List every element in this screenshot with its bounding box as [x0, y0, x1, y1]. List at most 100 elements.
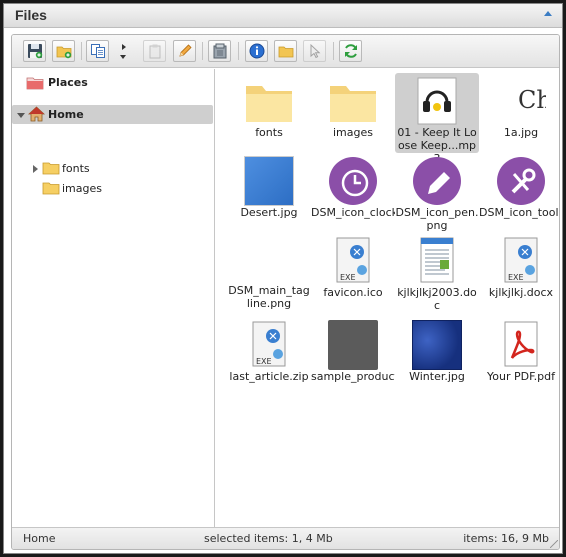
- tree-label-images: images: [62, 182, 102, 195]
- file-name: DSM_icon_pen.png: [395, 206, 479, 232]
- toolbar-separator: [81, 42, 82, 60]
- audio-icon: [417, 77, 457, 125]
- save-button[interactable]: [23, 40, 46, 62]
- file-name: 1a.jpg: [503, 126, 539, 139]
- file-name: DSM_main_tagline.png: [228, 284, 310, 310]
- file-name: kjlkjlkj.docx: [488, 286, 554, 299]
- copy-button[interactable]: [86, 40, 109, 62]
- file-tile-fonts[interactable]: fonts: [227, 73, 311, 153]
- file-name: favicon.ico: [323, 286, 383, 299]
- file-name: DSM_icon_clock: [311, 206, 395, 219]
- file-tile-images[interactable]: images: [311, 73, 395, 153]
- file-tile-dsm-pen[interactable]: DSM_icon_pen.png: [395, 153, 479, 233]
- paste-icon: [149, 44, 161, 59]
- file-tile-tagline[interactable]: DSM_main_tagline.png: [227, 233, 311, 319]
- open-folder-icon: [278, 46, 294, 58]
- forward-arrow-icon[interactable]: [122, 44, 126, 50]
- toolbar-separator: [202, 42, 203, 60]
- file-name: Desert.jpg: [240, 206, 298, 219]
- collapse-icon[interactable]: [544, 11, 552, 16]
- expand-arrow-icon[interactable]: [33, 165, 38, 173]
- history-arrows-icon[interactable]: [116, 40, 132, 62]
- file-tile-desert[interactable]: Desert.jpg: [227, 153, 311, 233]
- places-tree: Places Home fonts images: [12, 69, 215, 528]
- tree-label-home: Home: [48, 108, 84, 121]
- new-folder-button[interactable]: [52, 40, 75, 62]
- select-button[interactable]: [303, 40, 326, 62]
- tree-label-fonts: fonts: [62, 162, 90, 175]
- file-tile-favicon[interactable]: EXE favicon.ico: [311, 233, 395, 313]
- toolbar-separator: [333, 42, 334, 60]
- image-thumb: [244, 156, 294, 206]
- refresh-button[interactable]: [339, 40, 362, 62]
- tree-item-images[interactable]: images: [30, 179, 210, 198]
- home-icon: [28, 106, 45, 122]
- save-icon: [28, 44, 43, 59]
- file-name: kjlkjlkj2003.doc: [397, 286, 477, 312]
- resize-grip[interactable]: [550, 540, 558, 548]
- file-panel: Places Home fonts images fonts images 01…: [11, 34, 560, 550]
- file-name: DSM_icon_tools.: [479, 206, 559, 219]
- folder-icon: [42, 182, 60, 195]
- info-button[interactable]: [245, 40, 268, 62]
- open-folder-button[interactable]: [274, 40, 297, 62]
- file-name: last_article.zip: [229, 370, 309, 383]
- tools-icon: [497, 157, 545, 205]
- rename-button[interactable]: [173, 40, 196, 62]
- file-tile-winter[interactable]: Winter.jpg: [395, 317, 479, 397]
- file-tile-sample-product[interactable]: sample_product: [311, 317, 395, 397]
- tree-item-fonts[interactable]: fonts: [30, 159, 210, 178]
- folder-icon: [330, 86, 376, 122]
- image-thumb: [412, 320, 462, 370]
- title-bar: Files: [4, 4, 562, 28]
- status-bar: Home selected items: 1, 4 Mb items: 16, …: [12, 527, 559, 549]
- status-path: Home: [23, 532, 56, 545]
- paste-button[interactable]: [143, 40, 166, 62]
- doc-icon: [420, 237, 454, 283]
- file-grid: fonts images 01 - Keep It Loose Keep...m…: [216, 69, 559, 528]
- file-name: Your PDF.pdf: [487, 370, 555, 383]
- exe-icon: EXE: [252, 321, 286, 367]
- select-pointer-icon: [310, 43, 321, 59]
- thumb-text: Ch: [518, 86, 546, 114]
- blank-image: [244, 236, 294, 286]
- clock-icon: [329, 157, 377, 205]
- file-tile-docx[interactable]: EXE kjlkjlkj.docx: [479, 233, 559, 313]
- image-thumb: Ch: [496, 76, 546, 126]
- pen-icon: [413, 157, 461, 205]
- svg-text:EXE: EXE: [340, 273, 356, 282]
- tree-item-places[interactable]: Places: [26, 73, 206, 92]
- info-icon: [249, 43, 265, 59]
- archive-button[interactable]: [208, 40, 231, 62]
- copy-icon: [91, 44, 105, 58]
- file-name: sample_product: [311, 370, 395, 383]
- file-tile-dsm-clock[interactable]: DSM_icon_clock: [311, 153, 395, 233]
- file-name: Winter.jpg: [409, 370, 465, 383]
- tree-item-home[interactable]: Home: [12, 105, 213, 124]
- file-tile-mp3[interactable]: 01 - Keep It Loose Keep...mp3: [395, 73, 479, 165]
- toolbar: [12, 35, 559, 68]
- file-name: fonts: [255, 126, 283, 139]
- file-name: images: [333, 126, 373, 139]
- collapse-arrow-icon[interactable]: [17, 113, 25, 118]
- folder-icon: [42, 162, 60, 175]
- svg-text:EXE: EXE: [508, 273, 524, 282]
- file-tile-doc[interactable]: kjlkjlkj2003.doc: [395, 233, 479, 319]
- refresh-icon: [345, 44, 357, 58]
- dropdown-arrow-icon[interactable]: [120, 55, 126, 59]
- exe-icon: EXE: [504, 237, 538, 283]
- new-folder-icon: [56, 46, 72, 59]
- archive-icon: [213, 43, 227, 59]
- file-tile-dsm-tools[interactable]: DSM_icon_tools.: [479, 153, 559, 233]
- pdf-icon: [504, 321, 538, 367]
- status-total: items: 16, 9 Mb: [463, 532, 549, 545]
- places-icon: [26, 77, 44, 90]
- toolbar-separator: [238, 42, 239, 60]
- file-tile-1a[interactable]: Ch 1a.jpg: [479, 73, 559, 153]
- tree-label-places: Places: [48, 76, 88, 89]
- rename-icon: [179, 44, 192, 57]
- file-tile-zip[interactable]: EXE last_article.zip: [227, 317, 311, 397]
- window-title: Files: [15, 7, 47, 23]
- file-tile-pdf[interactable]: Your PDF.pdf: [479, 317, 559, 397]
- file-manager-window: Files Places Home fonts images fonts ima…: [3, 3, 563, 554]
